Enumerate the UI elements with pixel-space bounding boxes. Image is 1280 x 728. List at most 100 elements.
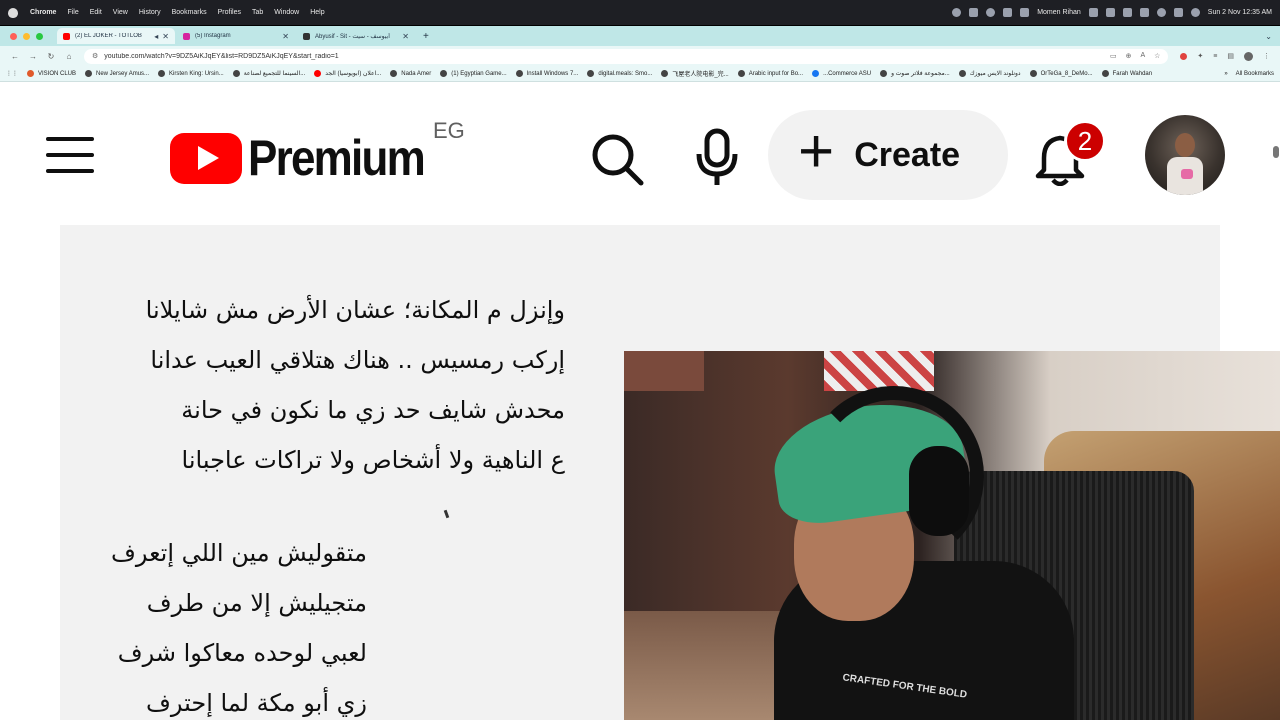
bookmark-item[interactable]: Install Windows 7... [515,70,579,77]
zoom-window-button[interactable] [36,32,43,40]
control-center-icon[interactable] [1173,8,1183,17]
bookmark-item[interactable]: دونلوند الايس ميوزك [958,70,1021,77]
lyrics-line: زي أبو مكة لما إحترف [146,689,367,717]
bookmark-item[interactable]: Kirsten King: Ursin... [158,70,224,77]
guide-menu-icon[interactable] [46,137,94,173]
tab-title: Abyusif - Sit - أبيوسف - سيت [315,33,390,40]
menu-window[interactable]: Window [274,9,299,16]
bookmark-item[interactable]: Arabic input for Bo... [737,70,803,77]
menu-history[interactable]: History [139,9,161,16]
tab-abyusif[interactable]: Abyusif - Sit - أبيوسف - سيت ✕ [297,28,415,44]
record-icon[interactable] [986,8,996,17]
menu-profiles[interactable]: Profiles [218,9,241,16]
keyboard-icon[interactable] [1139,8,1149,17]
bookmark-item[interactable]: New Jersey Amus... [85,70,149,77]
minimize-window-button[interactable] [23,32,30,40]
bookmark-item[interactable]: digital.meals: Smo... [587,70,652,77]
url-text[interactable]: youtube.com/watch?v=9DZ5AiKJqEY&list=RD9… [104,53,1110,60]
spotlight-search-icon[interactable] [1156,8,1166,17]
bookmark-item[interactable]: VISION CLUB [27,70,76,77]
bookmark-item[interactable]: OrTeGa_8_DeMo... [1029,70,1093,77]
menu-user-name[interactable]: Momen Rihan [1037,9,1081,16]
menu-app-name[interactable]: Chrome [30,9,56,16]
screen-mirror-icon[interactable] [969,8,979,17]
close-tab-icon[interactable]: ✕ [402,32,409,41]
new-tab-button[interactable]: + [417,31,435,42]
menu-bookmarks[interactable]: Bookmarks [172,9,207,16]
battery-icon[interactable] [1105,8,1115,17]
lyrics-line: متجيليش إلا من طرف [146,589,367,617]
bookmark-label: (1) Egyptian Game... [451,70,507,77]
install-app-icon[interactable]: ▭ [1110,52,1117,60]
lyrics-line: محدش شايف حد زي ما نكون في حانة [181,396,565,424]
tab-youtube[interactable]: (2) EL JOKER - TOTLOB ◂ ✕ [57,28,175,44]
menu-help[interactable]: Help [310,9,324,16]
more-bookmarks-icon[interactable]: » [1224,71,1227,77]
bookmark-favicon-icon [27,70,34,77]
menu-file[interactable]: File [67,9,78,16]
volume-icon[interactable] [1020,8,1030,17]
lyrics-line: وإنزل م المكانة؛ عشان الأرض مش شايلانا [145,296,565,324]
site-info-icon[interactable]: ⚙ [92,52,98,60]
bluetooth-icon[interactable] [1088,8,1098,17]
bookmark-label: دونلوند الايس ميوزك [969,71,1021,77]
downloads-icon[interactable]: ▤ [1227,52,1234,60]
tab-instagram[interactable]: (5) Instagram ✕ [177,28,295,44]
search-icon[interactable] [590,132,644,186]
speaker-icon[interactable]: ◂ [154,32,158,41]
menu-bar-status-area: Momen Rihan Sun 2 Nov 12:35 AM [952,8,1272,17]
all-bookmarks-folder[interactable]: All Bookmarks [1236,71,1274,77]
home-button[interactable]: ⌂ [60,52,78,61]
reload-button[interactable]: ↻ [42,52,60,61]
menu-view[interactable]: View [113,9,128,16]
bookmark-item[interactable]: السينما للتجميع لصناعة... [232,70,305,77]
close-tab-icon[interactable]: ✕ [162,32,169,41]
address-bar[interactable]: ⚙ youtube.com/watch?v=9DZ5AiKJqEY&list=R… [84,48,1169,64]
chrome-menu-icon[interactable]: ⋮ [1263,52,1270,60]
recording-extension-icon[interactable] [1180,52,1188,60]
extensions-puzzle-icon[interactable]: ✦ [1197,52,1203,60]
menu-tab[interactable]: Tab [252,9,263,16]
bookmark-label: ...Commerce ASU [823,70,872,77]
bookmark-item[interactable]: 飞屋老人院电影_完... [661,69,729,78]
translate-icon[interactable]: A [1140,52,1145,60]
bookmark-label: Install Windows 7... [526,70,579,77]
wifi-icon[interactable] [1122,8,1132,17]
youtube-premium-logo[interactable]: Premium [170,129,448,187]
bookmark-item[interactable]: ...Commerce ASU [812,70,871,77]
account-avatar[interactable] [1145,115,1225,195]
bookmark-item[interactable]: Nada Amer [390,70,431,77]
bookmark-item[interactable]: Farah Wahdan [1101,70,1152,77]
bookmark-favicon-icon [232,70,240,77]
bookmark-favicon-icon [812,70,820,77]
creative-cloud-icon[interactable] [952,8,962,17]
forward-button[interactable]: → [24,52,42,61]
back-button[interactable]: ← [6,52,24,61]
play-icon[interactable] [1003,8,1013,17]
bookmark-label: مجموعة فلاتر صوت و... [891,71,950,77]
tab-search-icon[interactable]: ⌄ [1265,32,1272,41]
page-scrollbar[interactable] [1273,146,1279,158]
bookmark-star-icon[interactable]: ☆ [1154,52,1160,60]
siri-icon[interactable] [1190,8,1200,17]
profile-avatar-icon[interactable] [1244,51,1253,61]
microphone-icon[interactable] [695,128,739,188]
bookmark-item[interactable]: مجموعة فلاتر صوت و... [880,70,950,77]
create-button[interactable]: + Create [768,110,1008,200]
bookmark-item[interactable]: (1) Egyptian Game... [440,70,507,77]
bookmark-favicon-icon [390,70,398,77]
bookmark-item[interactable]: اعلان (ابويوسيا) الجد... [314,70,381,77]
apps-grid-icon[interactable]: ⋮⋮ [6,70,18,77]
zoom-icon[interactable]: ⊕ [1126,52,1132,60]
menu-edit[interactable]: Edit [90,9,102,16]
tab-title: (5) Instagram [195,33,231,39]
menu-clock[interactable]: Sun 2 Nov 12:35 AM [1208,9,1272,16]
close-tab-icon[interactable]: ✕ [282,32,289,41]
apple-menu-icon[interactable] [8,7,18,18]
lyrics-line: متقوليش مين اللي إتعرف [110,539,367,567]
bookmark-label: Kirsten King: Ursin... [169,70,224,77]
close-window-button[interactable] [10,32,17,40]
reading-list-icon[interactable]: ≡ [1213,53,1217,60]
logo-wordmark: Premium [248,130,426,186]
browser-tab-strip: (2) EL JOKER - TOTLOB ◂ ✕ (5) Instagram … [0,26,1280,46]
